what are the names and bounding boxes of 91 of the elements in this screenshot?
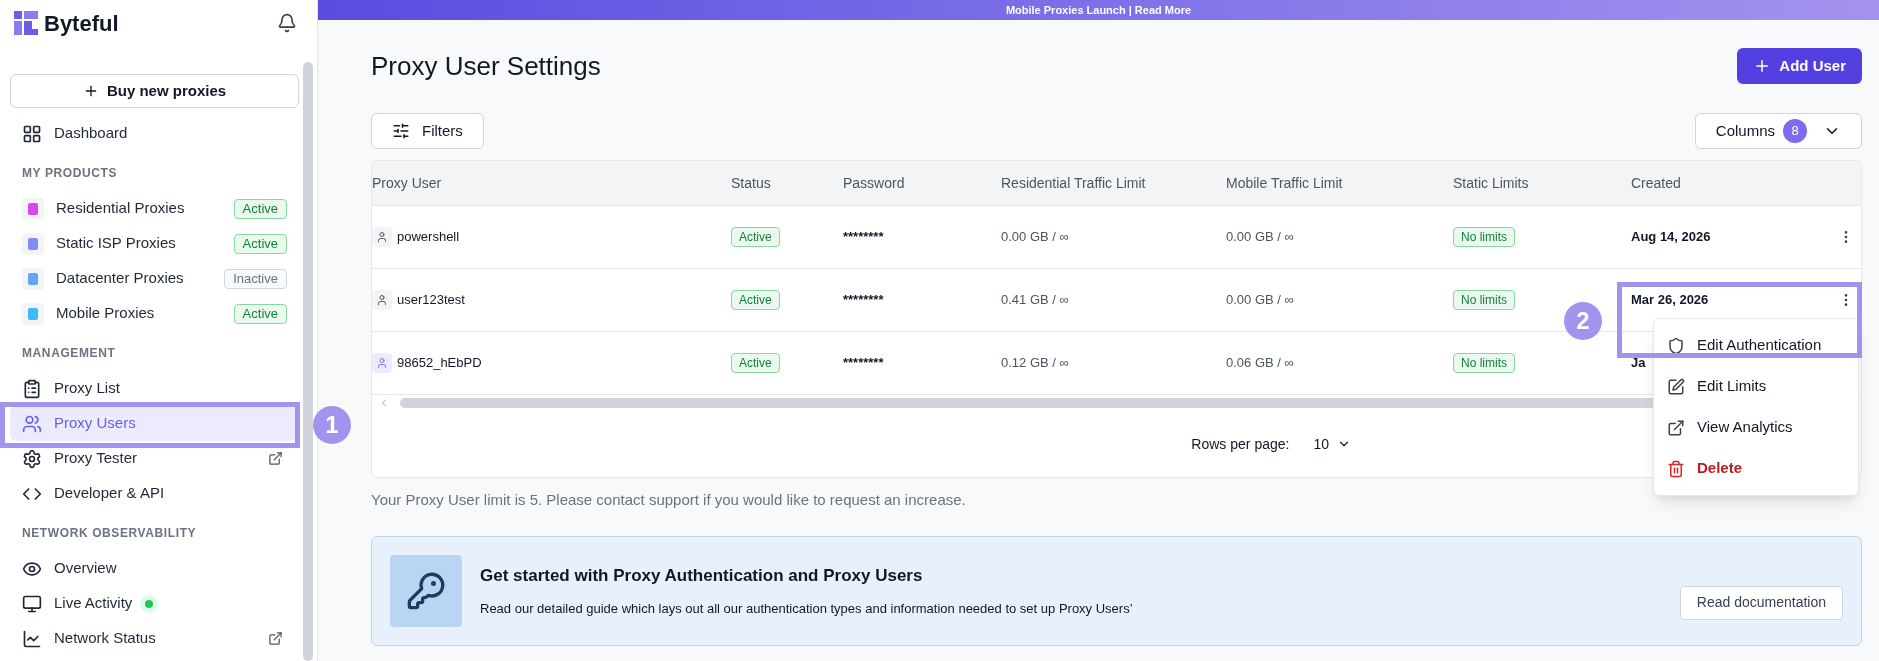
section-heading: NETWORK OBSERVABILITY <box>21 525 198 542</box>
status-badge: Inactive <box>224 268 287 289</box>
nav-label: Static ISP Proxies <box>56 233 176 254</box>
section-heading: MANAGEMENT <box>21 345 117 362</box>
column-header: Residential Traffic Limit <box>1001 173 1147 193</box>
nav-icon <box>22 448 42 469</box>
sidebar-item[interactable]: Live Activity <box>10 586 299 621</box>
rows-per-page-label: Rows per page: <box>1191 434 1290 454</box>
table-cell-text: 98652_hEbPD <box>397 354 482 373</box>
notifications-icon[interactable] <box>277 13 297 33</box>
sidebar-item[interactable]: Network Status <box>10 621 299 656</box>
buy-proxies-button[interactable]: Buy new proxies <box>10 74 299 108</box>
nav-label: Dashboard <box>54 123 128 144</box>
status-badge: Active <box>731 353 780 373</box>
limit-note: Your Proxy User limit is 5. Please contact support if you would like to request an increase. <box>371 490 967 510</box>
table-cell-text: user123test <box>397 291 465 310</box>
nav-label: Mobile Proxies <box>56 303 155 324</box>
count-badge: 8 <box>1783 119 1807 143</box>
menu-item[interactable]: Edit Limits <box>1654 366 1858 407</box>
status-badge: Active <box>731 227 780 247</box>
table-cell-text: 0.00 GB / ∞ <box>1226 291 1294 310</box>
column-header: Password <box>843 173 906 193</box>
table-cell-text: ******** <box>843 354 884 373</box>
nav-label: Proxy Users <box>54 413 136 434</box>
status-badge: No limits <box>1453 290 1515 310</box>
menu-item[interactable]: Delete <box>1654 448 1858 489</box>
columns-button[interactable]: Columns 8 <box>1694 113 1862 149</box>
sidebar-item[interactable]: Static ISP Proxies Active <box>10 226 299 261</box>
info-text: Read our detailed guide which lays out all our authentication types and information needed to set up Proxy Users’ <box>480 599 1134 618</box>
column-header: Proxy User <box>372 173 443 193</box>
external-link-icon <box>1667 418 1685 437</box>
rows-per-page-select[interactable]: 10 <box>1313 433 1351 455</box>
sidebar-item[interactable]: Proxy List <box>10 371 299 406</box>
status-badge: No limits <box>1453 227 1515 247</box>
filters-button[interactable]: Filters <box>371 113 484 149</box>
sliders-icon <box>392 122 410 140</box>
status-badge: Active <box>233 198 287 219</box>
nav-icon <box>22 413 42 434</box>
logo-text: Byteful <box>44 9 119 38</box>
nav-label: Residential Proxies <box>56 198 185 219</box>
section-heading: MY PRODUCTS <box>21 165 119 182</box>
column-header: Mobile Traffic Limit <box>1226 173 1344 193</box>
table-cell-text: 0.00 GB / ∞ <box>1001 228 1069 247</box>
table-cell-text: powershell <box>397 228 460 247</box>
table-cell-text: 0.06 GB / ∞ <box>1226 354 1294 373</box>
sidebar-item[interactable]: Developer & API <box>10 476 299 511</box>
shield-icon <box>1667 336 1685 355</box>
nav-icon <box>22 378 42 399</box>
nav-icon <box>22 123 42 144</box>
nav-label: Live Activity <box>54 593 133 614</box>
sidebar-item[interactable]: Dashboard <box>10 116 299 151</box>
table-cell-text: Mar 26, 2026 <box>1631 291 1709 310</box>
table-cell-text: Aug 14, 2026 <box>1631 228 1711 247</box>
nav-label: Proxy List <box>54 378 120 399</box>
table-cell-text: 0.00 GB / ∞ <box>1226 228 1294 247</box>
table-cell-text: 0.12 GB / ∞ <box>1001 354 1069 373</box>
status-badge: Active <box>233 233 287 254</box>
nav-label: Network Status <box>54 628 156 649</box>
pencil-icon <box>1667 377 1685 396</box>
table-cell-text: ******** <box>843 291 884 310</box>
nav-icon <box>22 628 42 649</box>
key-icon <box>390 554 462 627</box>
logo-icon <box>12 9 40 37</box>
sidebar-item[interactable]: Proxy Tester <box>10 441 299 476</box>
column-header: Static Limits <box>1453 173 1530 193</box>
sidebar-item[interactable]: Mobile Proxies Active <box>10 296 299 331</box>
sidebar-item[interactable]: Residential Proxies Active <box>10 191 299 226</box>
table-cell-text: 0.41 GB / ∞ <box>1001 291 1069 310</box>
sidebar-item[interactable]: Datacenter Proxies Inactive <box>10 261 299 296</box>
page-title: Proxy User Settings <box>371 49 601 83</box>
table-cell-text: ******** <box>843 228 884 247</box>
scrollbar[interactable] <box>303 62 313 661</box>
trash-icon <box>1667 459 1685 478</box>
menu-item[interactable]: View Analytics <box>1654 407 1858 448</box>
announcement-banner[interactable]: Mobile Proxies Launch | Read More <box>318 0 1879 20</box>
nav-label: Proxy Tester <box>54 448 138 469</box>
status-badge: Active <box>233 303 287 324</box>
read-documentation-button[interactable]: Read documentation <box>1679 585 1843 620</box>
nav-icon <box>22 593 42 614</box>
column-header: Created <box>1631 173 1682 193</box>
nav-label: Overview <box>54 558 117 579</box>
sidebar-item[interactable]: Overview <box>10 551 299 586</box>
status-badge: No limits <box>1453 353 1515 373</box>
status-badge: Active <box>731 290 780 310</box>
add-user-button[interactable]: Add User <box>1737 48 1862 84</box>
step-number: 1 <box>313 406 351 444</box>
nav-label: Developer & API <box>54 483 165 504</box>
nav-label: Datacenter Proxies <box>56 268 184 289</box>
info-title: Get started with Proxy Authentication and Proxy Users <box>480 565 924 587</box>
column-header: Status <box>731 173 772 193</box>
table-cell-text: Ja <box>1631 354 1646 373</box>
